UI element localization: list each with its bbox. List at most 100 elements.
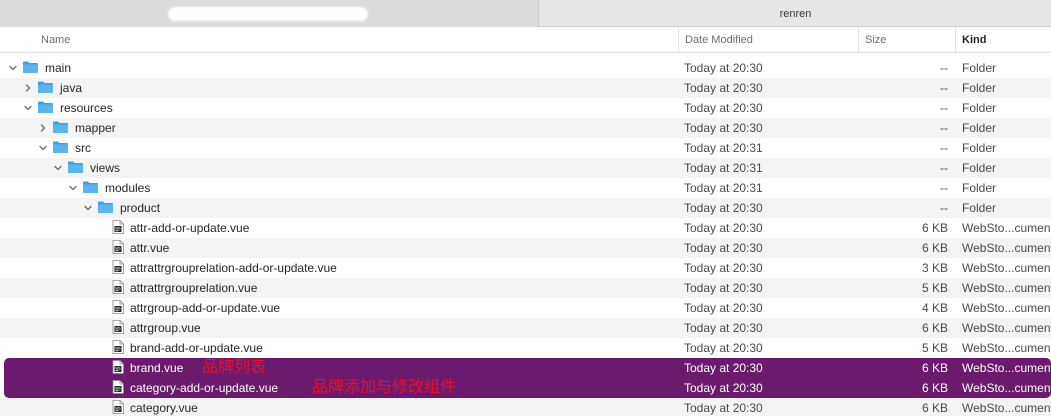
- svg-text:WS: WS: [115, 326, 121, 330]
- file-row[interactable]: WS attrattrgrouprelation.vue Today at 20:3…: [0, 278, 1051, 298]
- tab-redacted[interactable]: [0, 0, 539, 27]
- file-size: 6 KB: [921, 321, 948, 335]
- column-name-header[interactable]: Name: [35, 27, 675, 53]
- file-row[interactable]: WS brand-add-or-update.vue Today at 20:30 5…: [0, 338, 1051, 358]
- date-modified: Today at 20:30: [684, 81, 763, 95]
- file-kind: WebSto...cument: [962, 381, 1051, 395]
- name-cell: WS category.vue: [98, 398, 198, 416]
- file-size: 6 KB: [921, 401, 948, 415]
- column-kind-header[interactable]: Kind: [955, 27, 1051, 53]
- file-row[interactable]: WS attr.vue Today at 20:30 6 KB WebSto...cum…: [0, 238, 1051, 258]
- file-size: 6 KB: [921, 361, 948, 375]
- name-cell: mapper: [38, 118, 116, 138]
- file-row[interactable]: WS brand.vue 品牌列表 Today at 20:30 6 KB WebSto.…: [4, 357, 1051, 378]
- folder-row[interactable]: main Today at 20:30 -- Folder: [0, 58, 1051, 78]
- file-name: attrattrgrouprelation.vue: [130, 281, 258, 295]
- file-size: --: [940, 181, 948, 195]
- tab-renren[interactable]: renren: [540, 0, 1051, 27]
- date-modified: Today at 20:31: [684, 181, 763, 195]
- file-row[interactable]: WS category-add-or-update.vue 品牌添加与修改组件 Tod…: [4, 377, 1051, 398]
- chevron-down-icon[interactable]: [53, 163, 63, 173]
- file-name: attr-add-or-update.vue: [130, 221, 250, 235]
- name-cell: WS category-add-or-update.vue: [98, 378, 278, 398]
- file-name: views: [90, 161, 121, 175]
- vue-file-icon: WS: [112, 259, 124, 277]
- file-size: --: [940, 101, 948, 115]
- chevron-right-icon[interactable]: [38, 123, 48, 133]
- file-size: 6 KB: [921, 381, 948, 395]
- file-size: 3 KB: [921, 261, 948, 275]
- file-kind: Folder: [962, 161, 997, 175]
- column-date-header[interactable]: Date Modified: [678, 27, 858, 53]
- svg-text:WS: WS: [115, 406, 121, 410]
- chevron-down-icon[interactable]: [23, 103, 33, 113]
- vue-file-icon: WS: [112, 399, 124, 416]
- date-modified: Today at 20:30: [684, 221, 763, 235]
- chevron-right-icon[interactable]: [23, 83, 33, 93]
- file-row[interactable]: WS attrgroup-add-or-update.vue Today at 20…: [0, 298, 1051, 318]
- chevron-down-icon[interactable]: [38, 143, 48, 153]
- file-kind: WebSto...cument: [962, 301, 1051, 315]
- folder-row[interactable]: java Today at 20:30 -- Folder: [0, 78, 1051, 98]
- name-cell: WS attrgroup-add-or-update.vue: [98, 298, 280, 318]
- file-name: category.vue: [130, 401, 198, 415]
- folder-row[interactable]: src Today at 20:31 -- Folder: [0, 138, 1051, 158]
- file-name: main: [45, 61, 72, 75]
- file-size: --: [940, 161, 948, 175]
- file-row[interactable]: WS attrgroup.vue Today at 20:30 6 KB WebSto.…: [0, 318, 1051, 338]
- date-modified: Today at 20:31: [684, 161, 763, 175]
- date-modified: Today at 20:30: [684, 241, 763, 255]
- file-kind: Folder: [962, 61, 997, 75]
- svg-text:WS: WS: [115, 246, 121, 250]
- file-size: --: [940, 61, 948, 75]
- file-row[interactable]: WS category.vue Today at 20:30 6 KB WebSto..…: [0, 398, 1051, 416]
- folder-row[interactable]: resources Today at 20:30 -- Folder: [0, 98, 1051, 118]
- tab-label: renren: [779, 7, 812, 20]
- redacted-title: [168, 7, 368, 21]
- tab-bar: renren: [0, 0, 1051, 27]
- folder-icon: [22, 60, 39, 77]
- name-cell: resources: [23, 98, 113, 118]
- column-size-header[interactable]: Size: [858, 27, 954, 53]
- svg-text:WS: WS: [115, 366, 121, 370]
- folder-row[interactable]: modules Today at 20:31 -- Folder: [0, 178, 1051, 198]
- file-name: attrgroup.vue: [130, 321, 201, 335]
- vue-file-icon: WS: [112, 279, 124, 297]
- file-size: 6 KB: [921, 221, 948, 235]
- name-cell: WS attrattrgrouprelation.vue: [98, 278, 257, 298]
- chevron-down-icon[interactable]: [83, 203, 93, 213]
- name-cell: WS attr-add-or-update.vue: [98, 218, 249, 238]
- chevron-down-icon[interactable]: [68, 183, 78, 193]
- svg-text:WS: WS: [115, 306, 121, 310]
- svg-text:WS: WS: [115, 226, 121, 230]
- date-modified: Today at 20:30: [684, 361, 763, 375]
- date-modified: Today at 20:30: [684, 261, 763, 275]
- name-cell: views: [53, 158, 120, 178]
- folder-row[interactable]: product Today at 20:30 -- Folder: [0, 198, 1051, 218]
- svg-text:WS: WS: [115, 266, 121, 270]
- date-modified: Today at 20:31: [684, 141, 763, 155]
- name-cell: modules: [68, 178, 150, 198]
- file-name: product: [120, 201, 161, 215]
- chevron-down-icon[interactable]: [8, 63, 18, 73]
- file-row[interactable]: WS attrattrgrouprelation-add-or-update.vu…: [0, 258, 1051, 278]
- folder-icon: [67, 160, 84, 177]
- vue-file-icon: WS: [112, 319, 124, 337]
- file-name: attrattrgrouprelation-add-or-update.vue: [130, 261, 337, 275]
- date-modified: Today at 20:30: [684, 101, 763, 115]
- file-kind: WebSto...cument: [962, 241, 1051, 255]
- file-row[interactable]: WS attr-add-or-update.vue Today at 20:30 6 …: [0, 218, 1051, 238]
- folder-row[interactable]: mapper Today at 20:30 -- Folder: [0, 118, 1051, 138]
- date-modified: Today at 20:30: [684, 381, 763, 395]
- folder-row[interactable]: views Today at 20:31 -- Folder: [0, 158, 1051, 178]
- file-kind: Folder: [962, 141, 997, 155]
- svg-text:WS: WS: [115, 346, 121, 350]
